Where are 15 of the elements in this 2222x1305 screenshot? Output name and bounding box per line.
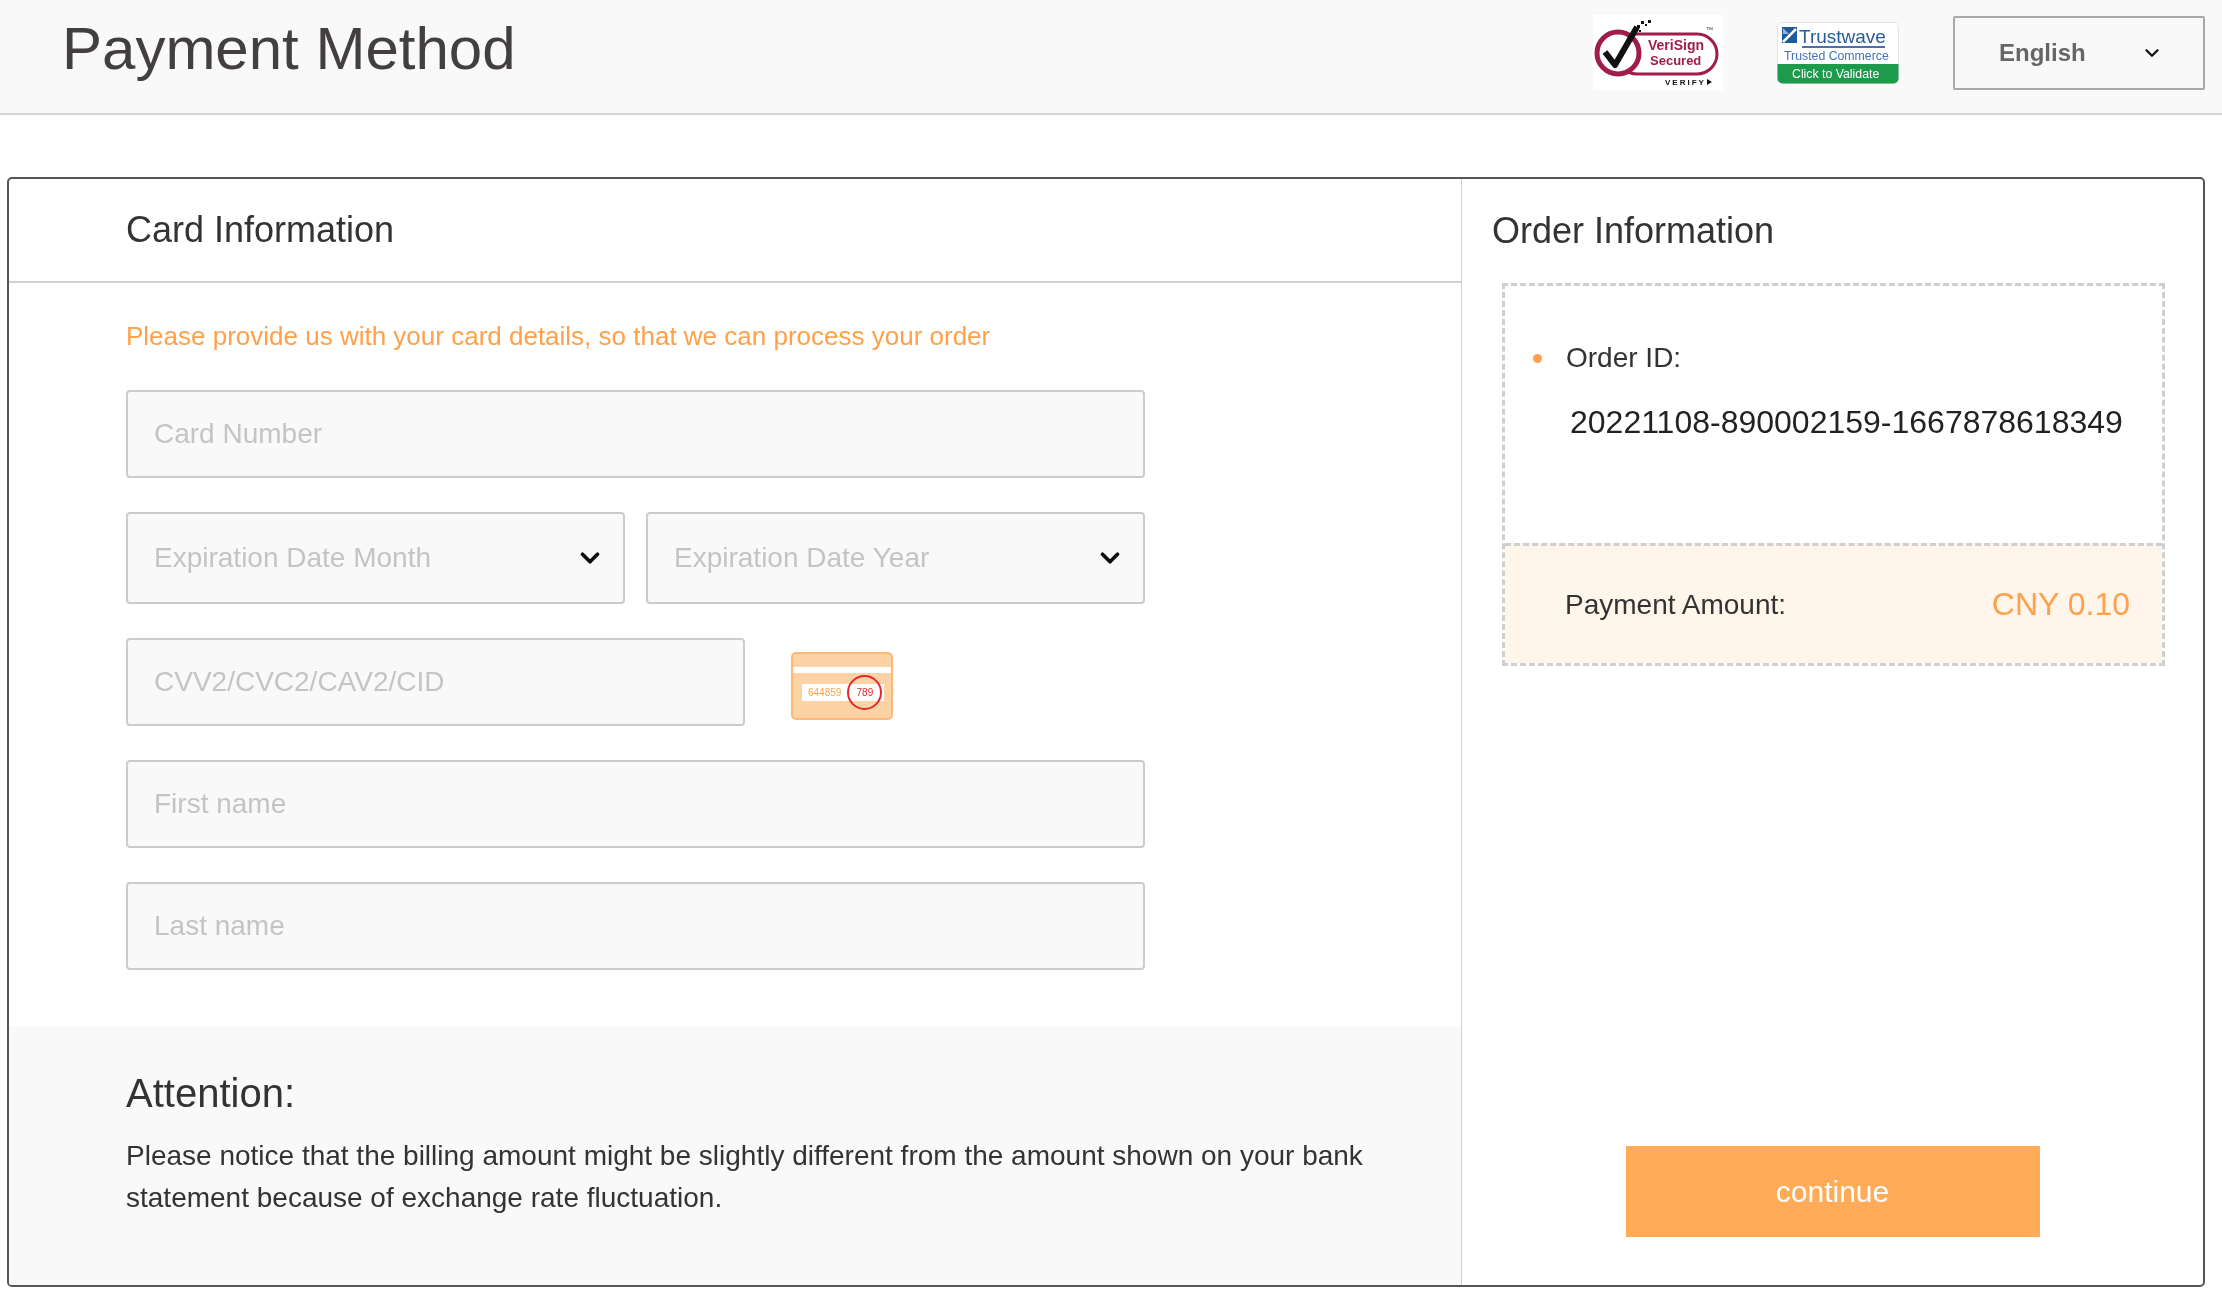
instruction-text: Please provide us with your card details, so that we can process your order xyxy=(126,321,992,351)
section-title: Order Information xyxy=(1492,210,1775,252)
bullet-icon xyxy=(1533,353,1542,363)
amount-label: Payment Amount: xyxy=(1565,588,1786,621)
order-id-value: 20221108-890002159-1667878618349 xyxy=(1570,403,2124,442)
page-title: Payment Method xyxy=(62,18,516,79)
cvv-code-sample: 789 xyxy=(847,675,883,710)
section-title: Card Information xyxy=(126,209,395,251)
language-dropdown[interactable]: English xyxy=(1953,15,2205,90)
order-id-label: Order ID: xyxy=(1566,342,1682,374)
trusted-commerce-seal[interactable]: Trustwave Trusted Commerce Click to Validate xyxy=(1777,21,1899,84)
card-number-sample: 644859 xyxy=(808,687,842,698)
attention-text: Please notice that the billing amount might be slightly different from the amount shown on your bank statement because of exchange rate fluctuation. xyxy=(126,1139,1364,1215)
amount-value: CNY 0.10 xyxy=(1991,586,2130,623)
attention-title: Attention: xyxy=(126,1070,296,1116)
